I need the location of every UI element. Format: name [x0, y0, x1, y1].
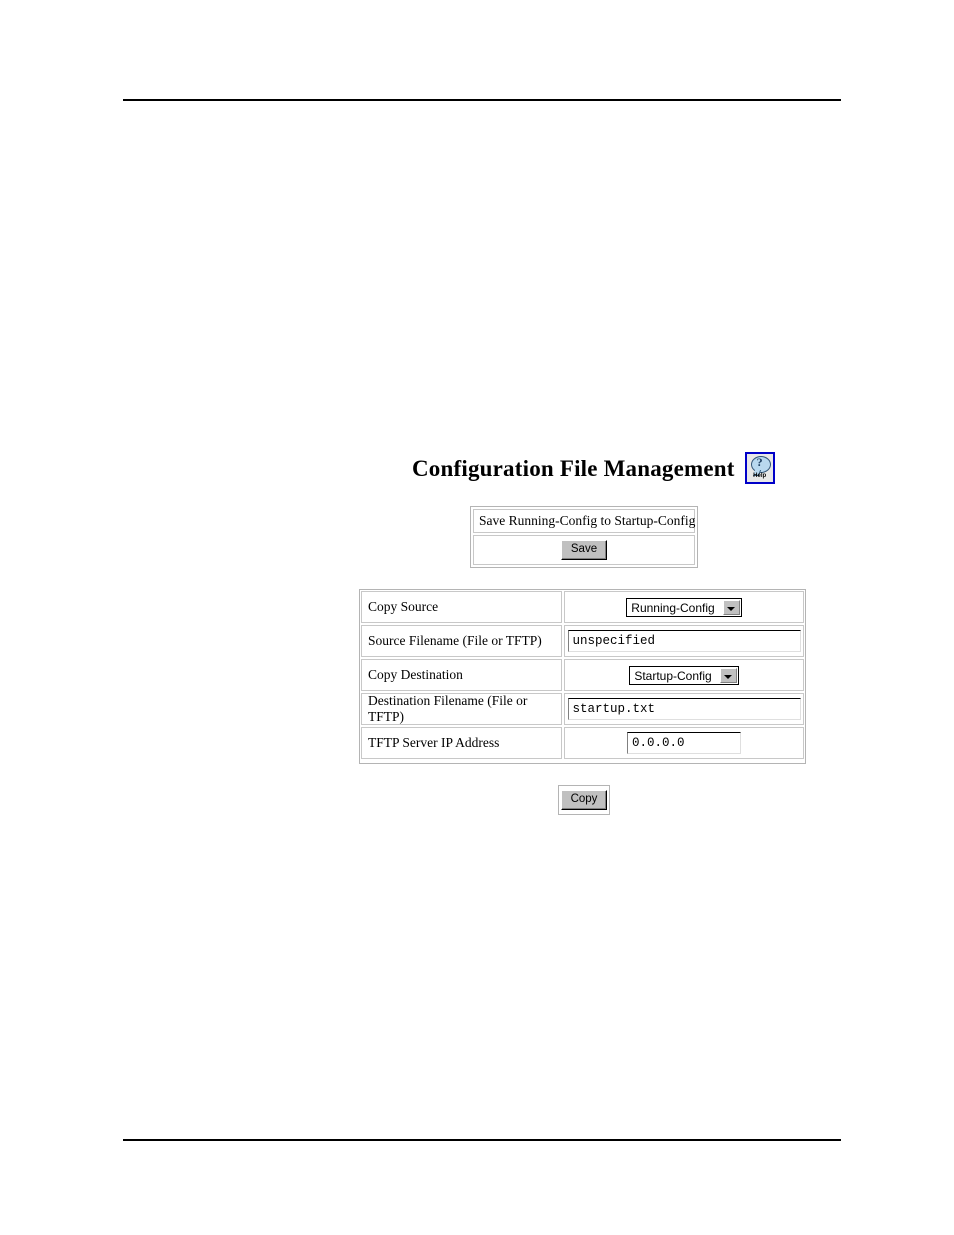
copy-button-cell: Copy	[558, 785, 610, 815]
source-filename-value-cell	[564, 625, 804, 657]
copy-source-value-cell: Running-Config	[564, 591, 804, 623]
copy-source-label: Copy Source	[361, 591, 562, 623]
copy-destination-select[interactable]: Startup-Config	[629, 665, 739, 685]
page-footer-rule	[123, 1139, 841, 1141]
destination-filename-label: Destination Filename (File or TFTP)	[361, 693, 562, 725]
save-button-cell: Save	[473, 535, 695, 565]
table-row: Copy Source Running-Config	[361, 591, 804, 623]
copy-button[interactable]: Copy	[560, 790, 608, 810]
help-icon[interactable]: ? Help	[744, 452, 775, 484]
source-filename-input[interactable]	[567, 630, 801, 652]
page-header-rule	[123, 99, 841, 101]
copy-destination-label: Copy Destination	[361, 659, 562, 691]
copy-source-selected-value: Running-Config	[631, 600, 715, 615]
tftp-server-ip-label: TFTP Server IP Address	[361, 727, 562, 759]
table-row: Copy Destination Startup-Config	[361, 659, 804, 691]
copy-config-form: Copy Source Running-Config Source Filena…	[359, 589, 806, 764]
tftp-server-ip-value-cell	[564, 727, 804, 759]
page-title-block: Configuration File Management ? Help	[412, 452, 775, 484]
chevron-down-icon[interactable]	[722, 599, 740, 615]
table-row: TFTP Server IP Address	[361, 727, 804, 759]
source-filename-label: Source Filename (File or TFTP)	[361, 625, 562, 657]
save-button[interactable]: Save	[560, 540, 608, 560]
copy-source-select[interactable]: Running-Config	[626, 597, 742, 617]
table-row: Destination Filename (File or TFTP)	[361, 693, 804, 725]
page-title: Configuration File Management	[412, 455, 735, 481]
table-row: Source Filename (File or TFTP)	[361, 625, 804, 657]
copy-destination-selected-value: Startup-Config	[634, 668, 712, 683]
help-icon-label: Help	[753, 473, 767, 479]
chevron-down-icon[interactable]	[719, 667, 737, 683]
copy-destination-value-cell: Startup-Config	[564, 659, 804, 691]
destination-filename-value-cell	[564, 693, 804, 725]
tftp-server-ip-input[interactable]	[627, 732, 741, 754]
save-config-header: Save Running-Config to Startup-Config	[473, 509, 695, 533]
question-mark-icon: ?	[756, 455, 763, 469]
save-config-panel: Save Running-Config to Startup-Config Sa…	[470, 506, 698, 568]
destination-filename-input[interactable]	[567, 698, 801, 720]
